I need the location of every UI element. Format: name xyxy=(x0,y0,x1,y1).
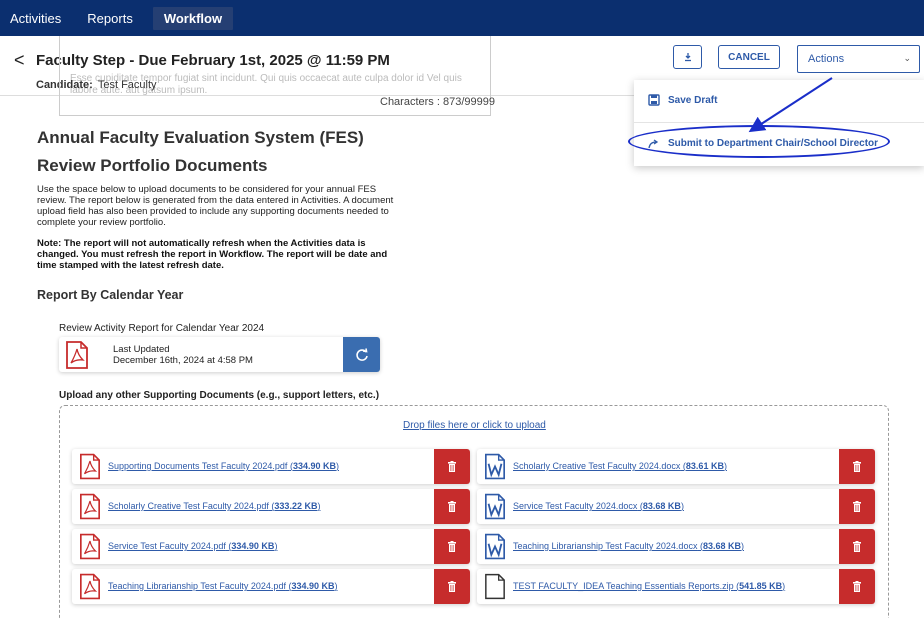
file-card: TEST FACULTY_IDEA Teaching Essentials Re… xyxy=(477,569,875,604)
drop-files-link[interactable]: Drop files here or click to upload xyxy=(403,420,546,431)
word-document-icon xyxy=(485,533,505,560)
last-updated-label: Last Updated xyxy=(113,344,170,355)
file-link[interactable]: Teaching Librarianship Test Faculty 2024… xyxy=(108,581,337,591)
arrow-line xyxy=(748,77,833,133)
generic-file-icon xyxy=(485,573,505,600)
report-card: Last Updated December 16th, 2024 at 4:58… xyxy=(59,337,380,372)
file-link[interactable]: Supporting Documents Test Faculty 2024.p… xyxy=(108,461,339,471)
trash-icon xyxy=(448,581,456,592)
file-card: Supporting Documents Test Faculty 2024.p… xyxy=(72,449,470,484)
pdf-icon xyxy=(80,453,100,480)
description-text: Use the space below to upload documents … xyxy=(37,184,394,228)
delete-button[interactable] xyxy=(839,449,875,484)
pdf-icon xyxy=(80,533,100,560)
note-text: Note: The report will not automatically … xyxy=(37,238,388,271)
trash-icon xyxy=(853,581,861,592)
file-link[interactable]: TEST FACULTY_IDEA Teaching Essentials Re… xyxy=(513,581,785,591)
trash-icon xyxy=(853,541,861,552)
delete-button[interactable] xyxy=(839,569,875,604)
pdf-icon xyxy=(80,573,100,600)
heading-fes: Annual Faculty Evaluation System (FES) xyxy=(37,128,364,147)
trash-icon xyxy=(448,501,456,512)
file-card: Teaching Librarianship Test Faculty 2024… xyxy=(72,569,470,604)
main-content: Annual Faculty Evaluation System (FES) R… xyxy=(37,128,407,176)
trash-icon xyxy=(853,501,861,512)
delete-button[interactable] xyxy=(839,529,875,564)
file-card: Service Test Faculty 2024.docx (83.68 KB… xyxy=(477,489,875,524)
delete-button[interactable] xyxy=(434,489,470,524)
refresh-button[interactable] xyxy=(343,337,380,372)
trash-icon xyxy=(448,541,456,552)
last-updated-date: December 16th, 2024 at 4:58 PM xyxy=(113,355,253,366)
delete-button[interactable] xyxy=(434,529,470,564)
delete-button[interactable] xyxy=(434,449,470,484)
file-link[interactable]: Service Test Faculty 2024.docx (83.68 KB… xyxy=(513,501,684,511)
file-link[interactable]: Teaching Librarianship Test Faculty 2024… xyxy=(513,541,744,551)
file-link[interactable]: Scholarly Creative Test Faculty 2024.pdf… xyxy=(108,501,320,511)
file-link[interactable]: Service Test Faculty 2024.pdf (334.90 KB… xyxy=(108,541,277,551)
trash-icon xyxy=(853,461,861,472)
report-label: Review Activity Report for Calendar Year… xyxy=(59,323,265,334)
section-title: Report By Calendar Year xyxy=(37,288,184,302)
heading-review-portfolio: Review Portfolio Documents xyxy=(37,156,268,175)
file-link[interactable]: Scholarly Creative Test Faculty 2024.doc… xyxy=(513,461,727,471)
file-card: Teaching Librarianship Test Faculty 2024… xyxy=(477,529,875,564)
file-card: Service Test Faculty 2024.pdf (334.90 KB… xyxy=(72,529,470,564)
pdf-icon xyxy=(80,493,100,520)
word-document-icon xyxy=(485,493,505,520)
delete-button[interactable] xyxy=(839,489,875,524)
refresh-icon xyxy=(355,347,368,361)
trash-icon xyxy=(448,461,456,472)
upload-label: Upload any other Supporting Documents (e… xyxy=(59,390,380,401)
delete-button[interactable] xyxy=(434,569,470,604)
file-card: Scholarly Creative Test Faculty 2024.doc… xyxy=(477,449,875,484)
pdf-icon xyxy=(66,341,88,369)
file-card: Scholarly Creative Test Faculty 2024.pdf… xyxy=(72,489,470,524)
word-document-icon xyxy=(485,453,505,480)
